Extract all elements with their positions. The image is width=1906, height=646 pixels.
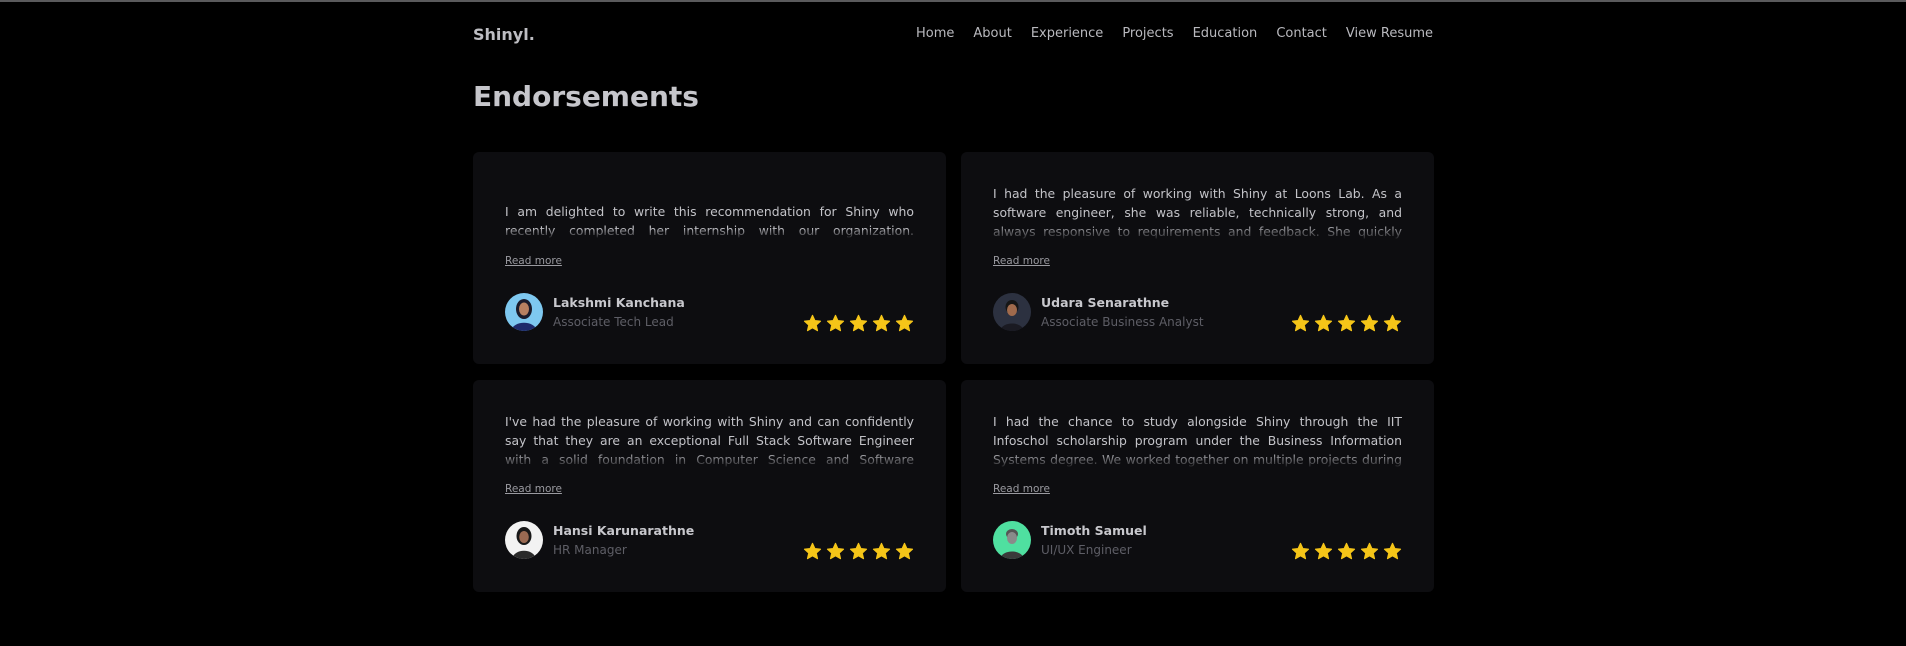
endorsement-card: I am delighted to write this recommendat… [473, 152, 946, 364]
endorsement-card: I had the pleasure of working with Shiny… [961, 152, 1434, 364]
star-icon [826, 542, 845, 560]
rating-stars [803, 542, 914, 561]
star-icon [803, 542, 822, 560]
star-icon [849, 542, 868, 560]
nav-link-home[interactable]: Home [916, 26, 954, 41]
star-icon [1360, 314, 1379, 332]
nav-link-view-resume[interactable]: View Resume [1346, 26, 1433, 41]
star-icon [1360, 542, 1379, 560]
star-icon [1337, 542, 1356, 560]
read-more-link[interactable]: Read more [505, 255, 562, 267]
endorser-role: Associate Tech Lead [553, 315, 674, 329]
star-icon [1383, 542, 1402, 560]
star-icon [826, 314, 845, 332]
avatar [993, 293, 1031, 331]
read-more-link[interactable]: Read more [505, 483, 562, 495]
endorsement-card: I've had the pleasure of working with Sh… [473, 380, 946, 592]
star-icon [1337, 314, 1356, 332]
endorsement-quote: I am delighted to write this recommendat… [505, 204, 914, 238]
nav-menu: Home About Experience Projects Education… [916, 26, 1433, 41]
rating-stars [803, 314, 914, 333]
endorser-name: Hansi Karunarathne [553, 523, 695, 538]
endorsement-card: I had the chance to study alongside Shin… [961, 380, 1434, 592]
endorsement-quote: I had the pleasure of working with Shiny… [993, 186, 1402, 239]
endorser-role: UI/UX Engineer [1041, 543, 1132, 557]
section-title: Endorsements [473, 80, 699, 113]
rating-stars [1291, 542, 1402, 561]
star-icon [872, 314, 891, 332]
avatar [505, 521, 543, 559]
star-icon [803, 314, 822, 332]
star-icon [1314, 542, 1333, 560]
nav-link-about[interactable]: About [973, 26, 1011, 41]
nav-link-contact[interactable]: Contact [1276, 26, 1327, 41]
star-icon [1291, 314, 1310, 332]
avatar [505, 293, 543, 331]
top-navigation: Shinyl. Home About Experience Projects E… [473, 22, 1433, 46]
endorser-name: Udara Senarathne [1041, 295, 1170, 310]
avatar [993, 521, 1031, 559]
star-icon [895, 314, 914, 332]
nav-link-projects[interactable]: Projects [1122, 26, 1173, 41]
read-more-link[interactable]: Read more [993, 255, 1050, 267]
site-logo[interactable]: Shinyl. [473, 25, 535, 44]
window-top-border [0, 0, 1906, 2]
endorser-name: Timoth Samuel [1041, 523, 1147, 538]
endorser-role: HR Manager [553, 543, 627, 557]
endorser-role: Associate Business Analyst [1041, 315, 1204, 329]
star-icon [849, 314, 868, 332]
star-icon [1314, 314, 1333, 332]
endorsement-quote: I had the chance to study alongside Shin… [993, 414, 1402, 467]
endorser-name: Lakshmi Kanchana [553, 295, 685, 310]
nav-link-education[interactable]: Education [1193, 26, 1258, 41]
star-icon [1383, 314, 1402, 332]
star-icon [895, 542, 914, 560]
nav-link-experience[interactable]: Experience [1031, 26, 1104, 41]
star-icon [872, 542, 891, 560]
read-more-link[interactable]: Read more [993, 483, 1050, 495]
rating-stars [1291, 314, 1402, 333]
endorsement-quote: I've had the pleasure of working with Sh… [505, 414, 914, 467]
star-icon [1291, 542, 1310, 560]
